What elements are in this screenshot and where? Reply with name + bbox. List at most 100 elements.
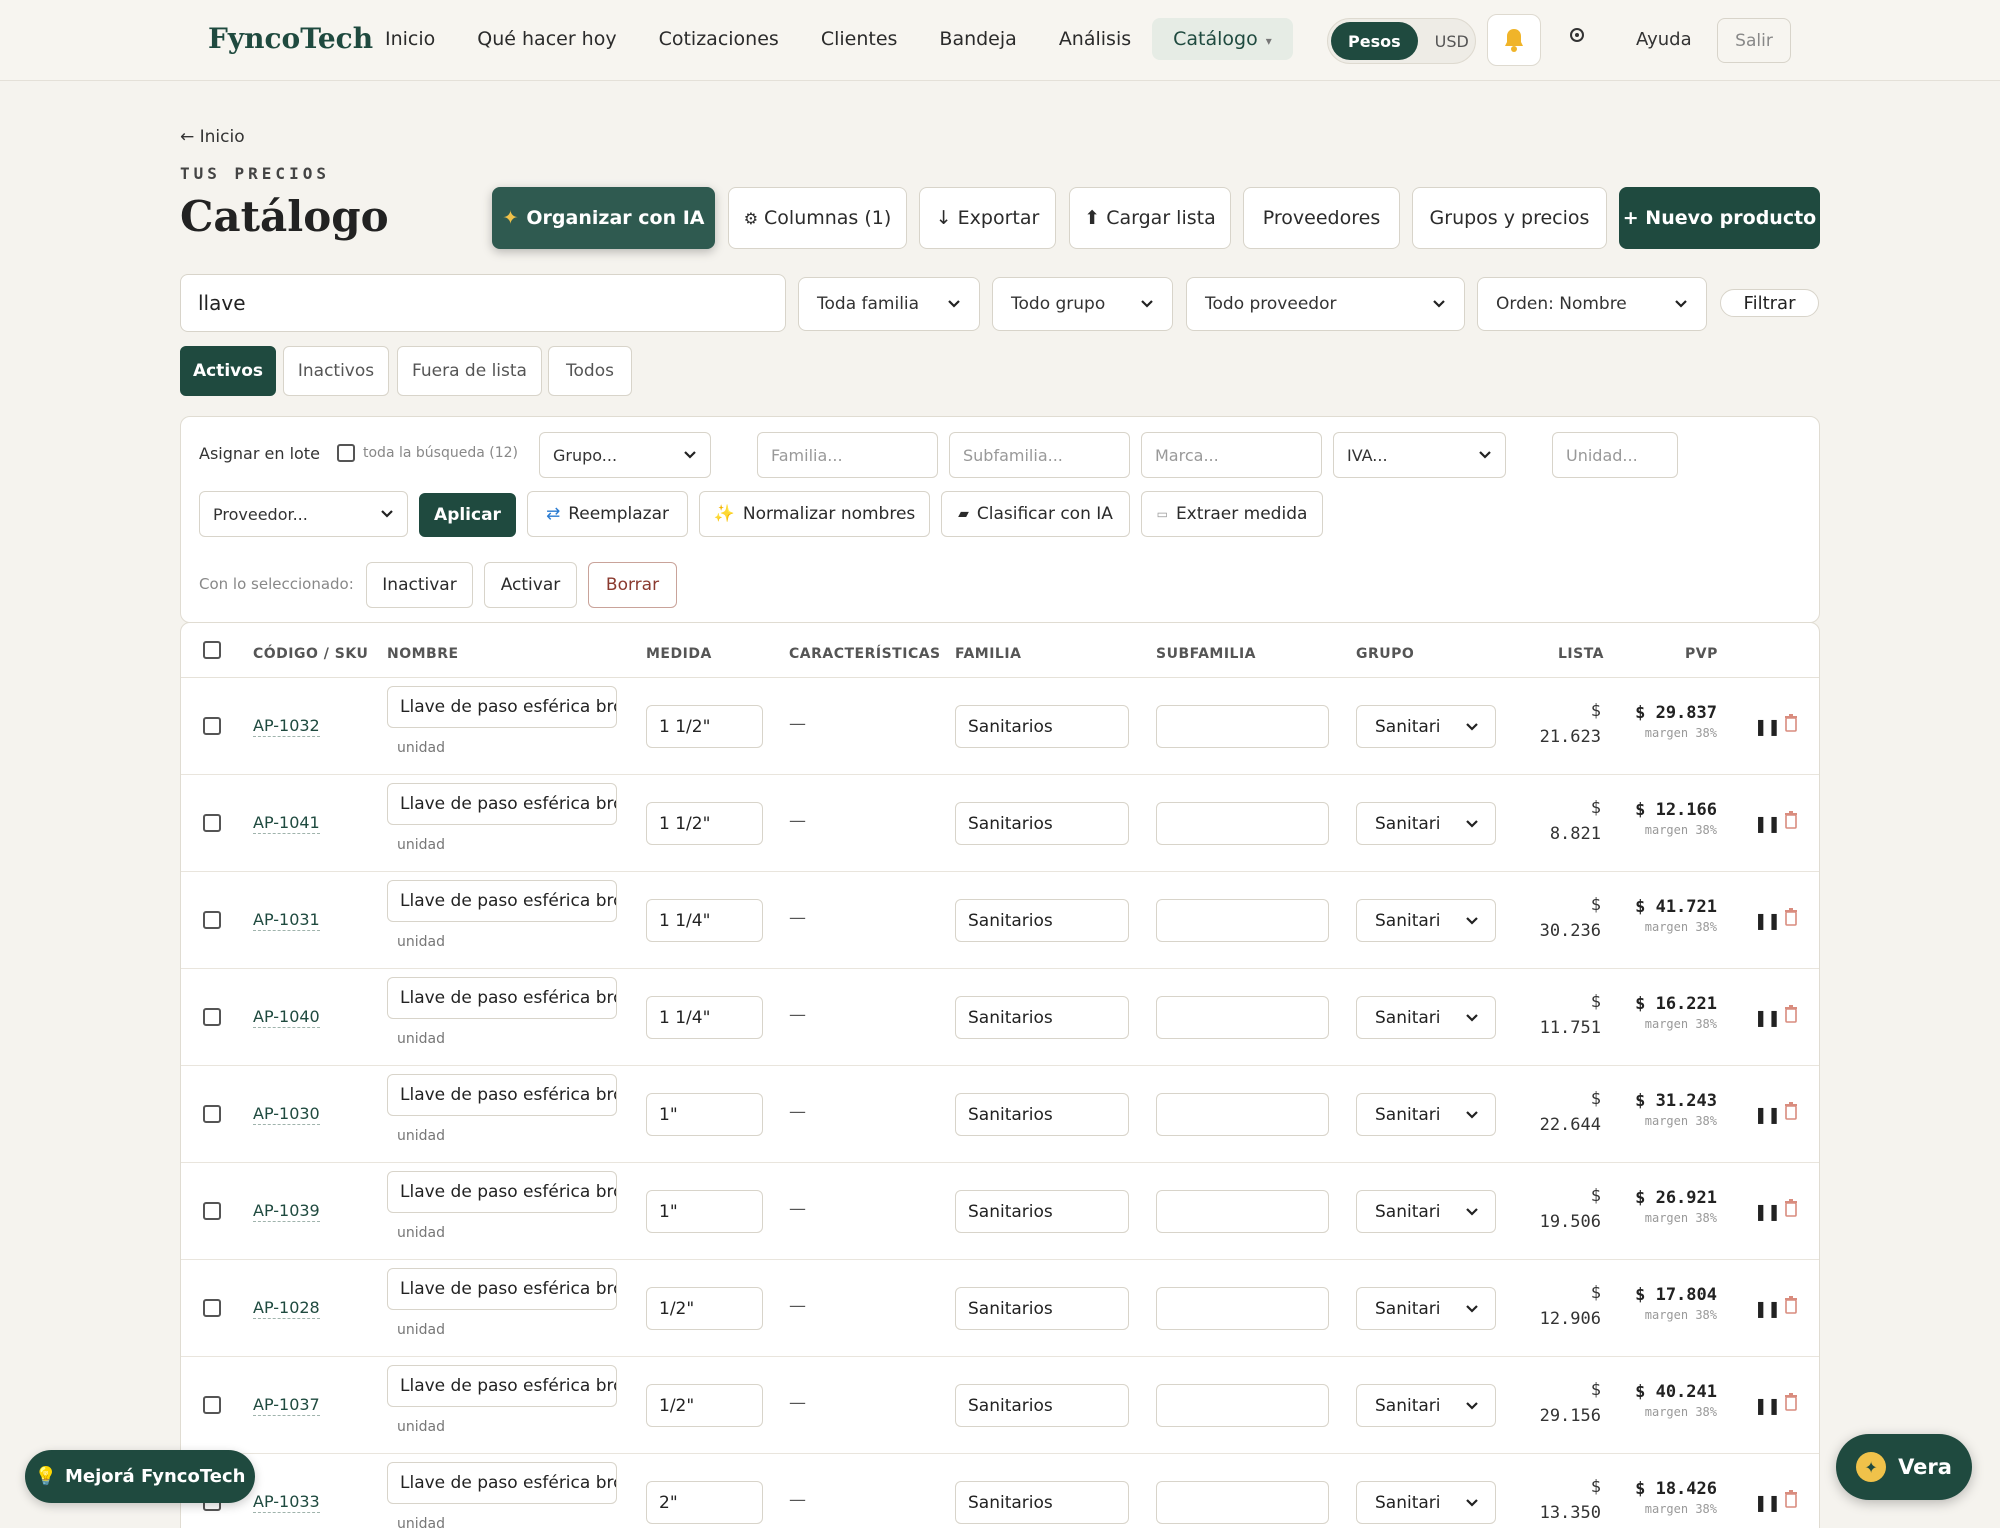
- row-family-input[interactable]: Sanitarios: [955, 899, 1129, 942]
- row-measure-input[interactable]: 1 1/4": [646, 899, 763, 942]
- header-features[interactable]: CARACTERÍSTICAS: [789, 646, 941, 662]
- row-measure-input[interactable]: 1/2": [646, 1287, 763, 1330]
- supplier-filter-select[interactable]: Todo proveedor: [1186, 277, 1465, 331]
- nav-link-analisis[interactable]: Análisis: [1038, 18, 1152, 60]
- export-button[interactable]: ↓ Exportar: [919, 187, 1056, 249]
- row-sku[interactable]: AP-1032: [253, 716, 320, 737]
- bulk-unit-input[interactable]: Unidad...: [1552, 432, 1678, 478]
- trash-icon[interactable]: [1784, 1296, 1798, 1314]
- row-subfamily-input[interactable]: [1156, 1093, 1329, 1136]
- suppliers-button[interactable]: Proveedores: [1243, 187, 1400, 249]
- header-pvp[interactable]: PVP: [1685, 646, 1718, 662]
- row-family-input[interactable]: Sanitarios: [955, 705, 1129, 748]
- row-group-select[interactable]: Sanitari: [1356, 1481, 1496, 1524]
- inactivate-button[interactable]: Inactivar: [366, 562, 473, 608]
- row-measure-input[interactable]: 1": [646, 1190, 763, 1233]
- search-input[interactable]: llave: [180, 274, 786, 332]
- header-name[interactable]: NOMBRE: [387, 646, 459, 662]
- row-checkbox[interactable]: [203, 814, 221, 832]
- filter-button[interactable]: Filtrar: [1720, 289, 1819, 317]
- row-sku[interactable]: AP-1041: [253, 813, 320, 834]
- row-group-select[interactable]: Sanitari: [1356, 1190, 1496, 1233]
- help-link[interactable]: Ayuda: [1636, 29, 1692, 50]
- pause-icon[interactable]: ❚❚: [1754, 1202, 1781, 1221]
- trash-icon[interactable]: [1784, 1005, 1798, 1023]
- row-name-input[interactable]: Llave de paso esférica bronce: [387, 686, 617, 728]
- row-subfamily-input[interactable]: [1156, 1287, 1329, 1330]
- header-group[interactable]: GRUPO: [1356, 646, 1414, 662]
- nav-link-bandeja[interactable]: Bandeja: [918, 18, 1037, 60]
- pause-icon[interactable]: ❚❚: [1754, 814, 1781, 833]
- vera-assistant-button[interactable]: ✦ Vera: [1836, 1434, 1972, 1500]
- delete-button[interactable]: Borrar: [588, 562, 677, 608]
- brand-logo[interactable]: FyncoTech: [208, 22, 373, 55]
- row-measure-input[interactable]: 1/2": [646, 1384, 763, 1427]
- row-group-select[interactable]: Sanitari: [1356, 705, 1496, 748]
- nav-link-inicio[interactable]: Inicio: [364, 18, 456, 60]
- activate-button[interactable]: Activar: [484, 562, 577, 608]
- row-subfamily-input[interactable]: [1156, 1384, 1329, 1427]
- organize-ai-button[interactable]: ✦ Organizar con IA: [492, 187, 715, 249]
- trash-icon[interactable]: [1784, 1393, 1798, 1411]
- extract-measure-button[interactable]: ▭ Extraer medida: [1141, 491, 1323, 537]
- trash-icon[interactable]: [1784, 1199, 1798, 1217]
- nav-link-cotizaciones[interactable]: Cotizaciones: [638, 18, 800, 60]
- row-sku[interactable]: AP-1030: [253, 1104, 320, 1125]
- row-family-input[interactable]: Sanitarios: [955, 1190, 1129, 1233]
- nav-link-clientes[interactable]: Clientes: [800, 18, 919, 60]
- groups-prices-button[interactable]: Grupos y precios: [1412, 187, 1607, 249]
- row-measure-input[interactable]: 2": [646, 1481, 763, 1524]
- row-family-input[interactable]: Sanitarios: [955, 1384, 1129, 1427]
- row-sku[interactable]: AP-1037: [253, 1395, 320, 1416]
- replace-button[interactable]: ⇄ Reemplazar: [527, 491, 688, 537]
- bulk-iva-select[interactable]: IVA...: [1333, 432, 1506, 478]
- classify-ai-button[interactable]: ▰ Clasificar con IA: [941, 491, 1130, 537]
- row-subfamily-input[interactable]: [1156, 996, 1329, 1039]
- pause-icon[interactable]: ❚❚: [1754, 1299, 1781, 1318]
- row-name-input[interactable]: Llave de paso esférica bronce: [387, 1268, 617, 1310]
- improve-fyncotech-button[interactable]: 💡 Mejorá FyncoTech: [25, 1450, 255, 1503]
- row-subfamily-input[interactable]: [1156, 1190, 1329, 1233]
- header-measure[interactable]: MEDIDA: [646, 646, 712, 662]
- bulk-supplier-select[interactable]: Proveedor...: [199, 491, 408, 537]
- row-family-input[interactable]: Sanitarios: [955, 802, 1129, 845]
- row-name-input[interactable]: Llave de paso esférica bronce: [387, 1074, 617, 1116]
- row-checkbox[interactable]: [203, 1202, 221, 1220]
- pause-icon[interactable]: ❚❚: [1754, 1493, 1781, 1512]
- row-subfamily-input[interactable]: [1156, 1481, 1329, 1524]
- row-group-select[interactable]: Sanitari: [1356, 1287, 1496, 1330]
- row-family-input[interactable]: Sanitarios: [955, 996, 1129, 1039]
- bulk-family-input[interactable]: Familia...: [757, 432, 938, 478]
- row-family-input[interactable]: Sanitarios: [955, 1287, 1129, 1330]
- apply-button[interactable]: Aplicar: [419, 493, 516, 537]
- row-name-input[interactable]: Llave de paso esférica bronce: [387, 977, 617, 1019]
- bulk-subfamily-input[interactable]: Subfamilia...: [949, 432, 1130, 478]
- tab-todos[interactable]: Todos: [548, 346, 632, 396]
- row-name-input[interactable]: Llave de paso esférica bronce: [387, 1171, 617, 1213]
- pause-icon[interactable]: ❚❚: [1754, 911, 1781, 930]
- row-group-select[interactable]: Sanitari: [1356, 802, 1496, 845]
- family-filter-select[interactable]: Toda familia: [798, 277, 980, 331]
- row-measure-input[interactable]: 1 1/2": [646, 705, 763, 748]
- row-subfamily-input[interactable]: [1156, 899, 1329, 942]
- nav-link-catalogo[interactable]: Catálogo ▾: [1152, 18, 1293, 60]
- bulk-group-select[interactable]: Grupo...: [539, 432, 711, 478]
- row-group-select[interactable]: Sanitari: [1356, 899, 1496, 942]
- header-list[interactable]: LISTA: [1558, 646, 1604, 662]
- row-name-input[interactable]: Llave de paso esférica bronce: [387, 880, 617, 922]
- new-product-button[interactable]: + Nuevo producto: [1619, 187, 1820, 249]
- normalize-names-button[interactable]: ✨ Normalizar nombres: [699, 491, 930, 537]
- row-checkbox[interactable]: [203, 1396, 221, 1414]
- row-checkbox[interactable]: [203, 1105, 221, 1123]
- header-subfamily[interactable]: SUBFAMILIA: [1156, 646, 1256, 662]
- columns-button[interactable]: ⚙ Columnas (1): [728, 187, 907, 249]
- bulk-brand-input[interactable]: Marca...: [1141, 432, 1322, 478]
- all-search-option[interactable]: toda la búsqueda (12): [337, 444, 518, 462]
- pause-icon[interactable]: ❚❚: [1754, 1105, 1781, 1124]
- currency-pesos[interactable]: Pesos: [1331, 22, 1418, 60]
- tab-fuera-de-lista[interactable]: Fuera de lista: [397, 346, 542, 396]
- tab-inactivos[interactable]: Inactivos: [283, 346, 389, 396]
- row-measure-input[interactable]: 1 1/2": [646, 802, 763, 845]
- tab-activos[interactable]: Activos: [180, 346, 276, 396]
- row-sku[interactable]: AP-1039: [253, 1201, 320, 1222]
